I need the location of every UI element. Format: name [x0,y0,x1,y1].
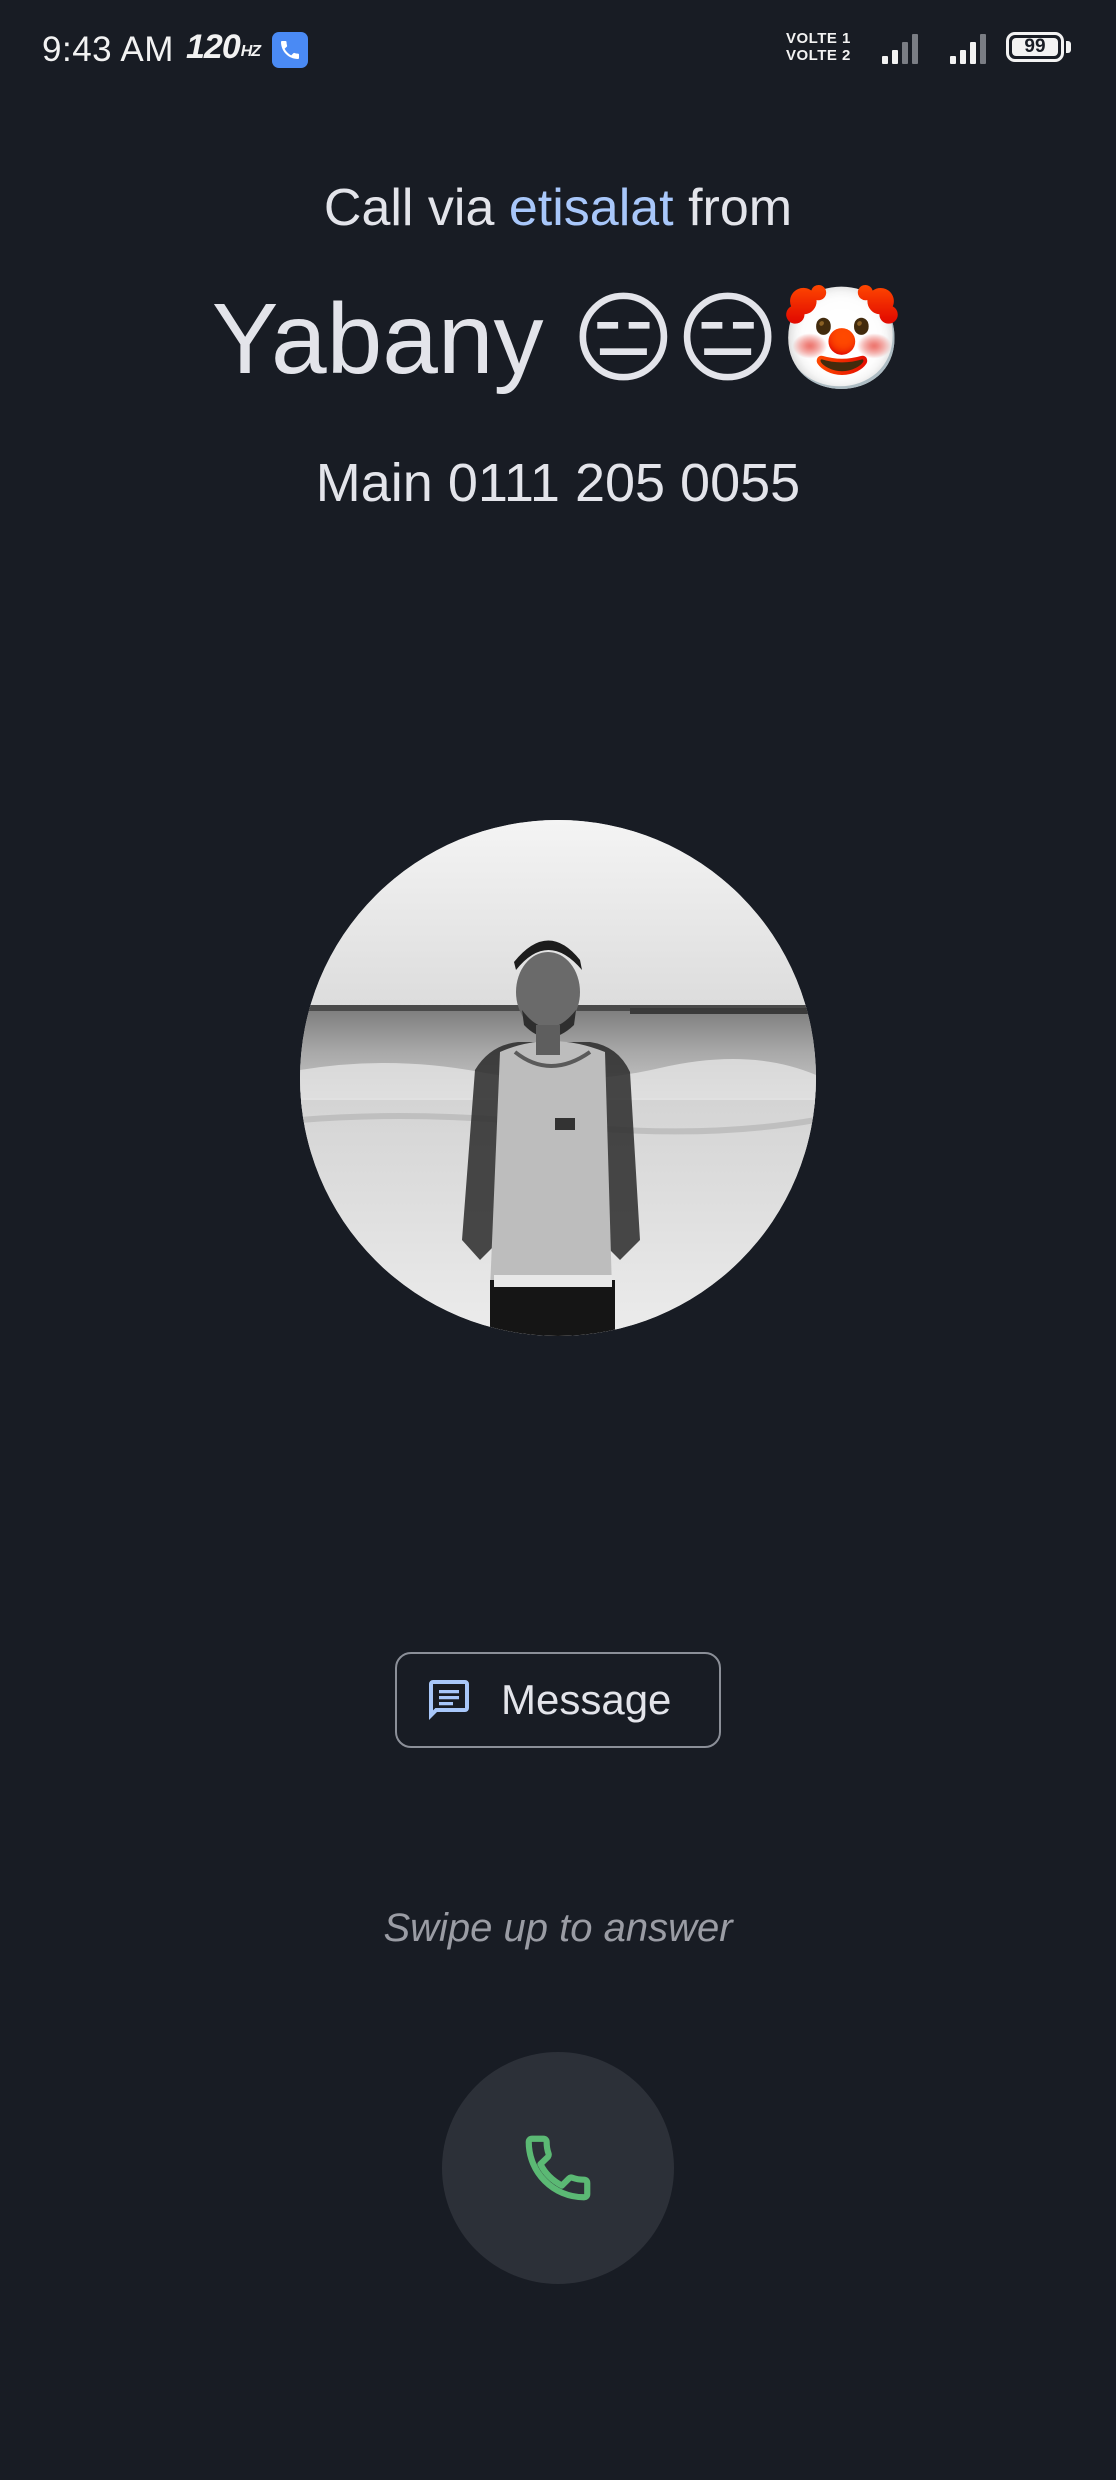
volte-indicator: VOLTE 1 VOLTE 2 [786,30,851,64]
signal-strength-icon [882,34,918,64]
refresh-rate-value: 120 [186,28,241,66]
volte-1-label: VOLTE 1 [786,30,851,47]
battery-tip [1066,41,1071,53]
message-button[interactable]: Message [395,1652,721,1748]
volte-2-label: VOLTE 2 [786,47,851,64]
phone-notification-icon [272,32,308,68]
caller-number: Main 0111 205 0055 [315,453,801,513]
carrier-name: etisalat [508,179,674,237]
refresh-rate-unit: HZ [240,43,261,60]
status-time: 9:43 AM [42,30,174,69]
refresh-rate-badge: 120HZ [186,28,261,67]
battery-icon: 99 [1006,32,1064,62]
call-via-prefix: Call via [323,179,509,237]
call-via-suffix: from [673,179,793,237]
status-bar: 9:43 AM 120HZ VOLTE 1 VOLTE 2 99 [0,0,1116,100]
message-icon [423,1674,475,1726]
swipe-up-hint: Swipe up to answer [383,1906,733,1950]
message-button-label: Message [501,1676,672,1723]
signal-strength-icon [950,34,986,64]
answer-call-button[interactable] [442,2052,674,2284]
call-via-line: Call via etisalat from [0,178,1116,238]
contact-photo [300,820,816,1336]
phone-icon [525,2135,591,2201]
caller-name: Yabany 😑😑🤡 [211,283,905,395]
battery-level: 99 [1024,36,1046,57]
